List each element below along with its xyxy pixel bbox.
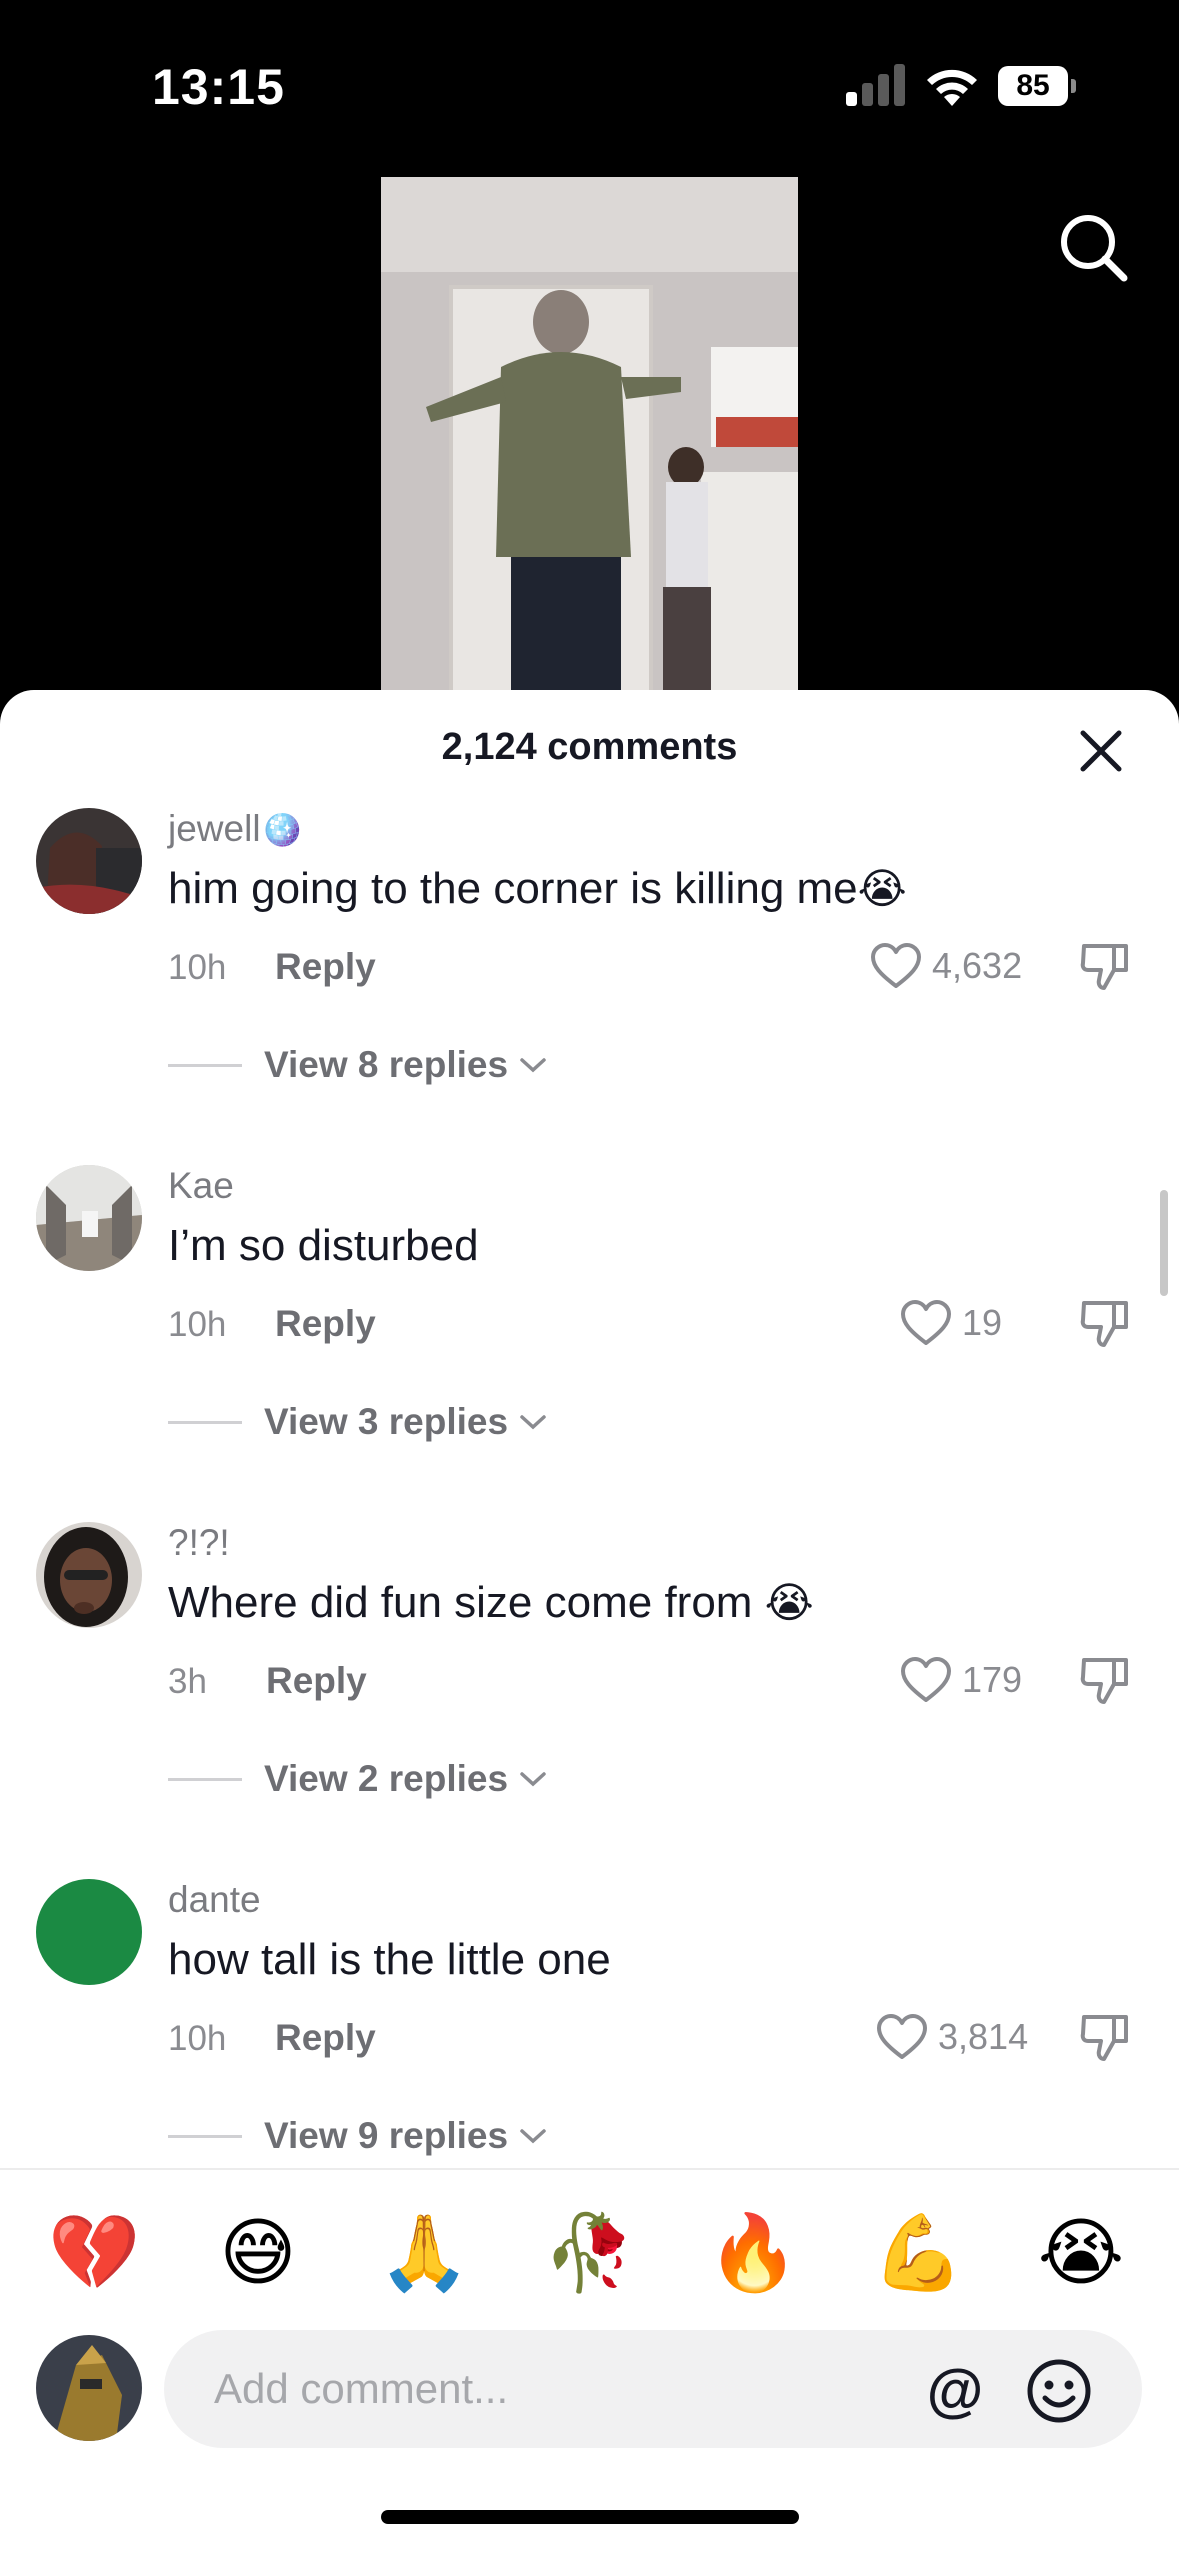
- comment-text: how tall is the little one: [168, 1935, 611, 1985]
- emoji-pray-button[interactable]: 🙏: [378, 2208, 470, 2298]
- comments-count-title: 2,124 comments: [441, 726, 738, 768]
- divider-line: [168, 1420, 242, 1424]
- battery-level: 85: [998, 66, 1068, 106]
- like-button[interactable]: 179: [900, 1650, 1022, 1710]
- emoji-fire-button[interactable]: 🔥: [707, 2208, 799, 2298]
- home-indicator[interactable]: [381, 2510, 799, 2524]
- avatar[interactable]: [36, 1522, 142, 1628]
- view-replies-label: View 9 replies: [264, 2115, 509, 2156]
- comment-time: 10h: [168, 948, 227, 987]
- username-emoji: 🪩: [260, 811, 303, 849]
- like-count: 4,632: [932, 945, 1023, 986]
- my-avatar[interactable]: [36, 2335, 142, 2441]
- chevron-down-icon: [520, 1058, 546, 1073]
- divider-line: [168, 1777, 242, 1781]
- dislike-icon[interactable]: [1080, 1297, 1130, 1349]
- search-icon[interactable]: [1058, 212, 1130, 284]
- emoji-wilted-rose-button[interactable]: 🥀: [543, 2208, 635, 2298]
- comment-text-body: him going to the corner is killing me: [168, 864, 858, 913]
- like-button[interactable]: 4,632: [870, 936, 1022, 996]
- comment-text-body: how tall is the little one: [168, 1935, 611, 1984]
- avatar[interactable]: [36, 1165, 142, 1271]
- view-replies-button[interactable]: View 9 replies: [168, 2111, 548, 2161]
- comment-username[interactable]: jewell🪩: [168, 808, 303, 850]
- emoji-sob-button[interactable]: 😭: [1036, 2208, 1126, 2298]
- view-replies-label: View 2 replies: [264, 1758, 509, 1799]
- comment-text: Where did fun size come from 😭: [168, 1578, 814, 1628]
- chevron-down-icon: [520, 2129, 546, 2144]
- username-text: jewell: [168, 808, 261, 849]
- like-button[interactable]: 3,814: [876, 2007, 1028, 2067]
- dislike-icon[interactable]: [1080, 1654, 1130, 1706]
- dislike-icon[interactable]: [1080, 940, 1130, 992]
- view-replies-button[interactable]: View 8 replies: [168, 1040, 548, 1090]
- avatar[interactable]: [36, 808, 142, 914]
- comment-text: I’m so disturbed: [168, 1221, 479, 1271]
- avatar[interactable]: [36, 1879, 142, 1985]
- comment-username[interactable]: ?!?!: [168, 1522, 230, 1564]
- emoji-sweat-smile-button[interactable]: 😅: [213, 2208, 303, 2298]
- comment-time: 10h: [168, 1305, 227, 1344]
- comment-input[interactable]: [214, 2354, 934, 2424]
- reply-button[interactable]: Reply: [266, 1660, 367, 1702]
- comment-text: him going to the corner is killing me😭: [168, 864, 907, 914]
- comment-item: Kae I’m so disturbed 10h Reply 19 View 3…: [0, 1165, 1179, 1522]
- cellular-signal-icon: [846, 64, 905, 106]
- reply-button[interactable]: Reply: [275, 2017, 376, 2059]
- quick-emoji-bar: 💔 😅 🙏 🥀 🔥 💪 😭: [0, 2208, 1179, 2298]
- like-button[interactable]: 19: [900, 1293, 1002, 1353]
- chevron-down-icon: [520, 1772, 546, 1787]
- battery-indicator: 85: [998, 66, 1076, 106]
- video-frame: [381, 177, 798, 697]
- comment-input-container: @: [164, 2330, 1142, 2448]
- close-icon[interactable]: [1078, 728, 1124, 774]
- comment-text-body: I’m so disturbed: [168, 1221, 479, 1270]
- like-count: 179: [962, 1659, 1023, 1700]
- heart-icon: [901, 1657, 951, 1702]
- view-replies-label: View 3 replies: [264, 1401, 509, 1442]
- like-count: 19: [962, 1302, 1003, 1343]
- comment-time: 3h: [168, 1662, 207, 1701]
- heart-icon: [877, 2014, 927, 2059]
- comment-item: jewell🪩 him going to the corner is killi…: [0, 808, 1179, 1165]
- comment-text-body: Where did fun size come from: [168, 1578, 765, 1627]
- comment-item: ?!?! Where did fun size come from 😭 3h R…: [0, 1522, 1179, 1879]
- divider-line: [168, 2134, 242, 2138]
- wifi-icon: [927, 69, 977, 106]
- status-bar: 13:15 85: [0, 0, 1179, 170]
- mention-button[interactable]: @: [922, 2358, 988, 2424]
- video-player[interactable]: [381, 177, 798, 697]
- comment-text-emoji: 😭: [764, 1579, 814, 1626]
- view-replies-button[interactable]: View 2 replies: [168, 1754, 548, 1804]
- emoji-picker-icon[interactable]: [1026, 2358, 1092, 2424]
- dislike-icon[interactable]: [1080, 2011, 1130, 2063]
- chevron-down-icon: [520, 1415, 546, 1430]
- view-replies-label: View 8 replies: [264, 1044, 509, 1085]
- reply-button[interactable]: Reply: [275, 946, 376, 988]
- comment-text-emoji: 😭: [857, 865, 907, 912]
- comment-username[interactable]: dante: [168, 1879, 261, 1921]
- view-replies-button[interactable]: View 3 replies: [168, 1397, 548, 1447]
- like-count: 3,814: [938, 2016, 1029, 2057]
- divider-line: [168, 1063, 242, 1067]
- emoji-broken-heart-button[interactable]: 💔: [48, 2208, 140, 2298]
- comment-time: 10h: [168, 2019, 227, 2058]
- reply-button[interactable]: Reply: [275, 1303, 376, 1345]
- comment-composer: 💔 😅 🙏 🥀 🔥 💪 😭 @: [0, 2168, 1179, 2556]
- status-time: 13:15: [152, 59, 285, 115]
- heart-icon: [901, 1300, 951, 1345]
- comment-username[interactable]: Kae: [168, 1165, 234, 1207]
- heart-icon: [871, 943, 921, 988]
- battery-tip: [1071, 79, 1076, 93]
- emoji-muscle-button[interactable]: 💪: [872, 2208, 964, 2298]
